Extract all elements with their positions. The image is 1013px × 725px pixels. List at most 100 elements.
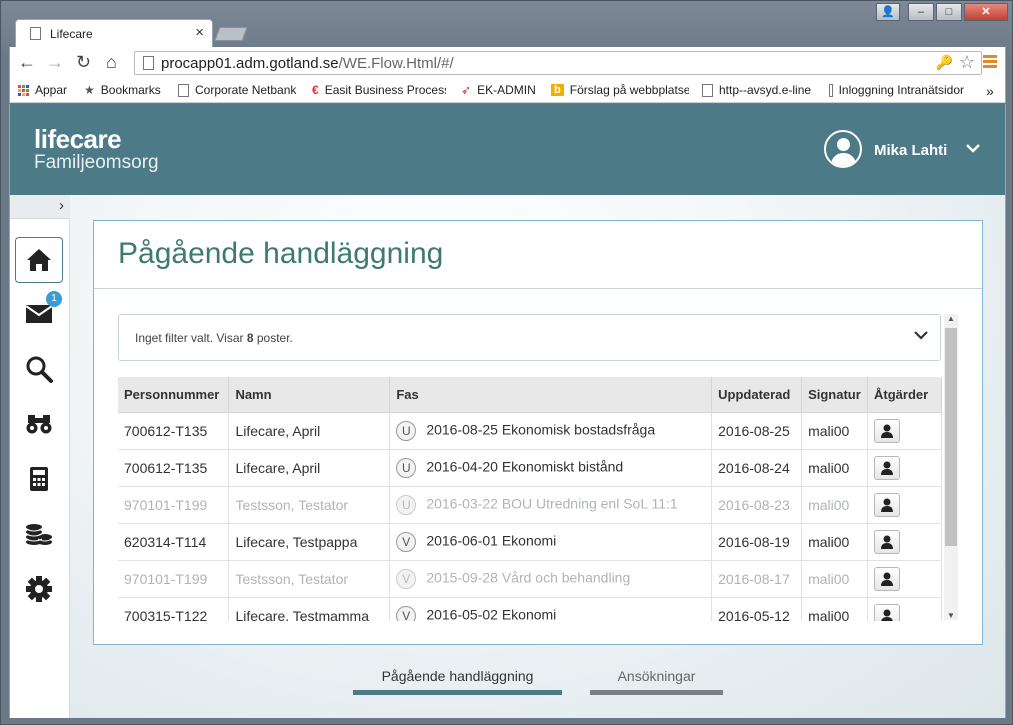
- scroll-down-icon[interactable]: ▼: [947, 611, 955, 620]
- person-action-button[interactable]: [874, 529, 901, 554]
- cell-actions: [867, 560, 942, 598]
- minimize-button[interactable]: –: [908, 3, 934, 21]
- person-icon: [881, 424, 894, 438]
- new-tab-button[interactable]: [214, 27, 248, 41]
- cell-personnummer: 970101-T199: [118, 486, 230, 524]
- chevron-down-icon: [914, 327, 928, 344]
- person-action-button[interactable]: [874, 455, 901, 480]
- gear-icon: [26, 576, 52, 602]
- cell-phase: V 2016-06-01 Ekonomi: [389, 523, 713, 561]
- person-action-button[interactable]: [874, 418, 901, 443]
- bookmark-apps[interactable]: Appar: [18, 83, 67, 97]
- logo-subtitle: Familjeomsorg: [34, 152, 159, 173]
- scroll-up-icon[interactable]: ▲: [947, 314, 955, 323]
- filter-dropdown[interactable]: Inget filter valt. Visar 8 poster.: [118, 314, 941, 361]
- close-tab-icon[interactable]: ×: [195, 24, 204, 41]
- sidebar-item-binoculars[interactable]: [15, 401, 63, 447]
- cell-actions: [867, 523, 942, 561]
- cell-actions: [867, 597, 942, 621]
- cell-updated: 2016-08-23: [711, 486, 803, 524]
- person-icon: [881, 461, 894, 475]
- sidebar-expand-button[interactable]: ›: [10, 195, 70, 219]
- cell-phase: V 2016-05-02 Ekonomi: [389, 597, 713, 621]
- person-action-button[interactable]: [874, 492, 901, 517]
- back-icon[interactable]: ←: [18, 52, 36, 73]
- bookmark-ek-admin[interactable]: ➶ EK-ADMIN: [461, 83, 536, 97]
- person-icon: [881, 572, 894, 586]
- cell-name: Testsson, Testator: [228, 486, 391, 524]
- bookmark-easit[interactable]: € Easit Business Process: [312, 83, 446, 97]
- cell-updated: 2016-08-19: [711, 523, 803, 561]
- avatar[interactable]: [824, 130, 862, 168]
- tab-ongoing[interactable]: Pågående handläggning: [353, 668, 562, 695]
- bookmark-bookmarks[interactable]: ★ Bookmarks: [84, 83, 161, 97]
- cell-signature: mali00: [801, 412, 869, 450]
- menu-icon[interactable]: [983, 55, 997, 69]
- bookmarks-more-button[interactable]: »: [986, 83, 994, 99]
- bookmark-star-icon[interactable]: ☆: [959, 52, 975, 73]
- calculator-icon: [30, 467, 48, 491]
- logo: lifecare: [34, 124, 122, 154]
- sidebar-item-search[interactable]: [15, 346, 63, 392]
- reload-icon[interactable]: ↻: [76, 52, 91, 73]
- phase-badge: U: [396, 457, 417, 478]
- chevron-down-icon[interactable]: [966, 140, 980, 158]
- star-icon: ★: [84, 83, 95, 97]
- tab-indicator: [590, 690, 723, 695]
- close-window-button[interactable]: ✕: [964, 3, 1008, 21]
- sidebar-item-messages[interactable]: 1: [15, 291, 63, 337]
- key-icon[interactable]: 🔑: [936, 54, 953, 71]
- coins-icon: [25, 524, 53, 545]
- forward-icon[interactable]: →: [46, 52, 64, 73]
- person-icon: [881, 498, 894, 512]
- table-scrollbar[interactable]: ▲ ▼: [944, 314, 958, 620]
- sidebar-item-home[interactable]: [15, 237, 63, 283]
- column-header[interactable]: Uppdaterad: [711, 377, 803, 413]
- phase-badge: U: [396, 494, 417, 515]
- table-row[interactable]: 970101-T199 Testsson, Testator V 2015-09-28…: [118, 560, 942, 598]
- cell-phase: U 2016-04-20 Ekonomiskt bistånd: [389, 449, 713, 487]
- column-header[interactable]: Signatur: [801, 377, 869, 413]
- browser-tab[interactable]: Lifecare ×: [15, 19, 213, 47]
- maximize-button[interactable]: □: [936, 3, 962, 21]
- table-row[interactable]: 620314-T114 Lifecare, Testpappa V 2016-06-0…: [118, 523, 942, 561]
- bookmark-forslag[interactable]: b Förslag på webbplatser: [551, 83, 689, 97]
- table-row[interactable]: 700315-T122 Lifecare, Testmamma V 2016-05-0…: [118, 597, 942, 621]
- user-name[interactable]: Mika Lahti: [874, 142, 947, 159]
- tab-applications[interactable]: Ansökningar: [590, 668, 723, 695]
- sidebar-item-finance[interactable]: [15, 511, 63, 557]
- sidebar-item-settings[interactable]: [15, 566, 63, 612]
- person-action-button[interactable]: [874, 603, 901, 621]
- bookmark-corporate-netbank[interactable]: Corporate Netbank: [178, 83, 296, 97]
- bookmark-avsyd[interactable]: http--avsyd.e-line: [702, 83, 811, 97]
- page-title: Pågående handläggning: [118, 237, 444, 270]
- person-icon: [881, 609, 893, 621]
- table-row[interactable]: 700612-T135 Lifecare, April U 2016-08-25 Ek…: [118, 412, 942, 450]
- column-header[interactable]: Fas: [389, 377, 713, 413]
- cell-signature: mali00: [801, 523, 869, 561]
- bookmark-inloggning[interactable]: Inloggning Intranätsidor: [829, 83, 964, 97]
- phase-description: 2016-05-02 Ekonomi: [426, 606, 557, 621]
- cell-personnummer: 700612-T135: [118, 412, 230, 450]
- table-row[interactable]: 970101-T199 Testsson, Testator U 2016-03-22…: [118, 486, 942, 524]
- bookmarks-bar: Appar ★ Bookmarks Corporate Netbank € Ea…: [9, 79, 1006, 103]
- column-header[interactable]: Namn: [228, 377, 391, 413]
- scrollbar-thumb[interactable]: [945, 328, 957, 546]
- cell-updated: 2016-08-25: [711, 412, 803, 450]
- search-icon: [26, 356, 53, 383]
- bird-icon: ➶: [461, 83, 472, 97]
- person-icon: [881, 535, 894, 549]
- address-bar[interactable]: procapp01.adm.gotland.se/WE.Flow.Html/#/…: [134, 51, 982, 75]
- cell-actions: [867, 449, 942, 487]
- cases-table-container: Personnummer Namn Fas Uppdaterad Signatu…: [118, 377, 942, 621]
- sidebar-item-calculator[interactable]: [15, 456, 63, 502]
- cell-personnummer: 700315-T122: [118, 597, 230, 621]
- cell-signature: mali00: [801, 597, 869, 621]
- column-header[interactable]: Personnummer: [118, 377, 230, 413]
- profile-button[interactable]: 👤: [876, 3, 900, 21]
- table-row[interactable]: 700612-T135 Lifecare, April U 2016-04-20 Ek…: [118, 449, 942, 487]
- cell-actions: [867, 412, 942, 450]
- person-action-button[interactable]: [874, 566, 901, 591]
- app-header: lifecare Familjeomsorg Mika Lahti: [10, 104, 1005, 195]
- home-icon[interactable]: ⌂: [106, 52, 117, 73]
